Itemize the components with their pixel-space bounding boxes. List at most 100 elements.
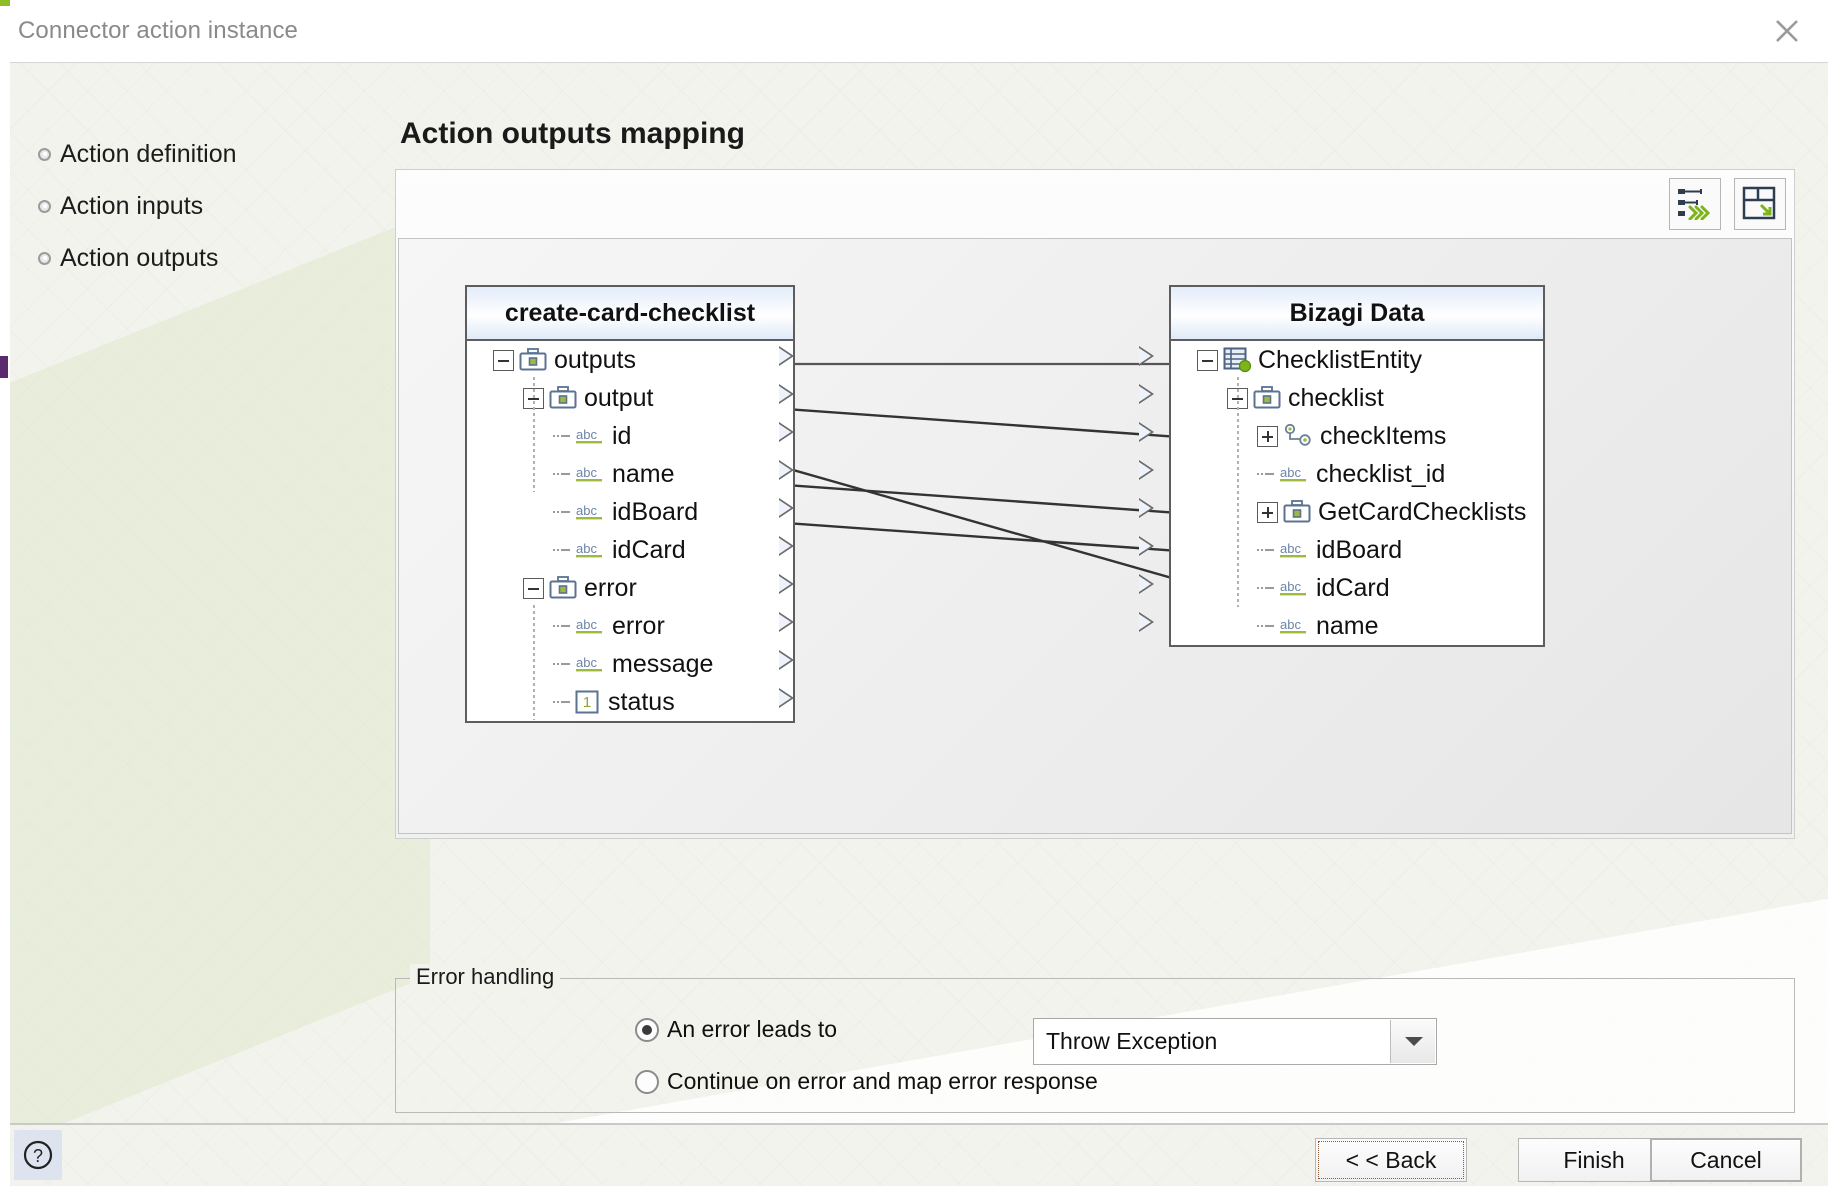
chevron-down-icon[interactable] <box>1390 1020 1435 1063</box>
cancel-button[interactable]: Cancel <box>1650 1138 1802 1182</box>
entity-icon <box>1223 347 1251 373</box>
connector-port[interactable] <box>779 612 794 632</box>
mapping-canvas[interactable]: create-card-checklist outputs output abc id… <box>398 238 1792 834</box>
svg-text:abc: abc <box>576 541 597 556</box>
tree-node-label: GetCardChecklists <box>1318 497 1527 526</box>
tree-guide-line <box>533 377 535 492</box>
connector-port[interactable] <box>779 422 794 442</box>
tree-node[interactable]: abc idBoard <box>1171 531 1543 569</box>
tree-branch-icon <box>1257 469 1277 479</box>
tree-branch-icon <box>553 659 573 669</box>
connector-port[interactable] <box>779 650 794 670</box>
tree-node[interactable]: checklist <box>1171 379 1543 417</box>
connector-port[interactable] <box>779 498 794 518</box>
abc-icon: abc <box>576 427 602 444</box>
svg-text:abc: abc <box>1280 579 1301 594</box>
tree-node[interactable]: abc id <box>467 417 793 455</box>
source-panel-title: create-card-checklist <box>467 287 793 341</box>
connector-port[interactable] <box>779 384 794 404</box>
close-icon[interactable] <box>1764 8 1810 54</box>
sidebar-item-label: Action definition <box>60 139 237 168</box>
connector-port[interactable] <box>779 346 794 366</box>
tree-branch-icon <box>553 507 573 517</box>
connector-port[interactable] <box>1139 346 1154 366</box>
tree-node[interactable]: abc idCard <box>1171 569 1543 607</box>
radio-continue-on-error[interactable]: Continue on error and map error response <box>635 1068 1098 1095</box>
window-title: Connector action instance <box>18 17 298 44</box>
radio-icon[interactable] <box>635 1017 659 1042</box>
tree-node[interactable]: abc error <box>467 607 793 645</box>
abc-icon: abc <box>1280 541 1306 558</box>
connector-port-fill <box>779 348 791 364</box>
connector-port[interactable] <box>1139 574 1154 594</box>
tree-node[interactable]: checkItems <box>1171 417 1543 455</box>
connector-port-fill <box>1139 348 1151 364</box>
tree-node[interactable]: abc name <box>1171 607 1543 645</box>
back-button[interactable]: < < Back <box>1315 1138 1467 1182</box>
sidebar-item-action-outputs[interactable]: Action outputs <box>38 232 368 284</box>
svg-text:?: ? <box>33 1146 43 1166</box>
step-bullet-icon <box>38 252 51 265</box>
tree-node[interactable]: outputs <box>467 341 793 379</box>
tree-node[interactable]: abc name <box>467 455 793 493</box>
sidebar-item-action-definition[interactable]: Action definition <box>38 128 368 180</box>
abc-icon: abc <box>576 655 602 672</box>
tree-node[interactable]: output <box>467 379 793 417</box>
mapper-toolbar <box>1660 178 1786 232</box>
tree-node[interactable]: abc idCard <box>467 531 793 569</box>
connector-port-fill <box>779 386 791 402</box>
expand-icon[interactable] <box>1257 501 1278 523</box>
connector-port-fill <box>1139 386 1151 402</box>
connector-port-fill <box>779 614 791 630</box>
tree-node[interactable]: GetCardChecklists <box>1171 493 1543 531</box>
svg-text:abc: abc <box>576 465 597 480</box>
abc-icon: abc <box>1280 579 1306 596</box>
connector-port[interactable] <box>779 536 794 556</box>
tree-node[interactable]: error <box>467 569 793 607</box>
collapse-icon[interactable] <box>493 349 514 371</box>
finish-button[interactable]: Finish <box>1518 1138 1670 1182</box>
radio-icon[interactable] <box>635 1069 659 1094</box>
connector-port[interactable] <box>1139 612 1154 632</box>
tree-branch-icon <box>553 697 573 707</box>
auto-map-icon[interactable] <box>1668 178 1721 230</box>
dialog-body: Action definition Action inputs Action o… <box>10 63 1828 1123</box>
tree-node[interactable]: abc checklist_id <box>1171 455 1543 493</box>
radio-label: Continue on error and map error response <box>667 1068 1098 1094</box>
connector-port[interactable] <box>1139 384 1154 404</box>
tree-branch-icon <box>553 545 573 555</box>
tree-node[interactable]: ChecklistEntity <box>1171 341 1543 379</box>
expand-icon[interactable] <box>1257 425 1278 447</box>
abc-icon: abc <box>576 617 602 634</box>
connector-port[interactable] <box>1139 498 1154 518</box>
layout-icon[interactable] <box>1734 178 1786 230</box>
briefcase-icon <box>1283 499 1311 522</box>
svg-text:abc: abc <box>576 427 597 442</box>
tree-node[interactable]: abc message <box>467 645 793 683</box>
connector-port[interactable] <box>1139 460 1154 480</box>
radio-an-error-leads-to[interactable]: An error leads to <box>635 1016 837 1043</box>
collapse-icon[interactable] <box>1197 349 1218 371</box>
tree-node[interactable]: 1 status <box>467 683 793 721</box>
svg-text:abc: abc <box>576 617 597 632</box>
connector-port[interactable] <box>779 460 794 480</box>
error-action-select[interactable]: Throw Exception <box>1033 1018 1437 1065</box>
collapse-icon[interactable] <box>523 577 544 599</box>
connector-port[interactable] <box>779 574 794 594</box>
radio-label: An error leads to <box>667 1016 838 1042</box>
help-icon[interactable]: ? <box>14 1130 62 1180</box>
tree-node-label: id <box>612 421 632 450</box>
svg-text:1: 1 <box>583 694 591 711</box>
connector-port-fill <box>1139 538 1151 554</box>
sidebar-item-action-inputs[interactable]: Action inputs <box>38 180 368 232</box>
connector-port[interactable] <box>1139 536 1154 556</box>
wizard-steps: Action definition Action inputs Action o… <box>38 128 368 284</box>
tree-node[interactable]: abc idBoard <box>467 493 793 531</box>
connector-port[interactable] <box>779 688 794 708</box>
target-panel-title: Bizagi Data <box>1171 287 1543 341</box>
svg-text:abc: abc <box>1280 541 1301 556</box>
tree-branch-icon <box>1257 583 1277 593</box>
connector-port[interactable] <box>1139 422 1154 442</box>
title-bar: Connector action instance <box>10 0 1828 63</box>
connector-port-fill <box>779 538 791 554</box>
